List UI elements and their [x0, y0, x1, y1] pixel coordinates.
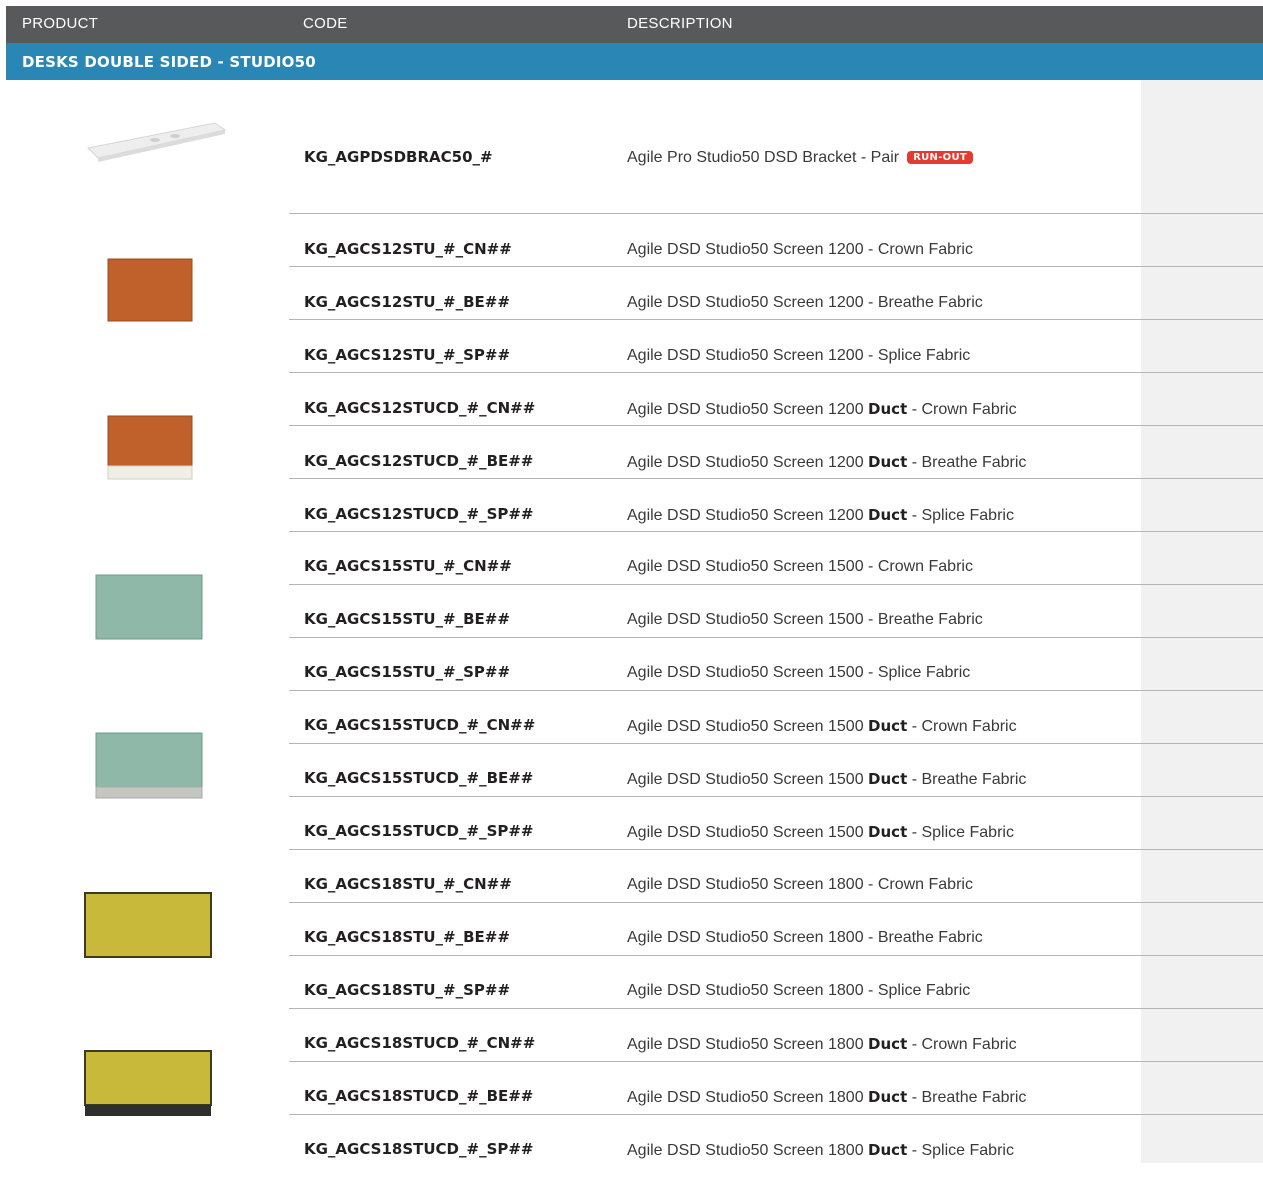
category-title: DESKS DOUBLE SIDED - STUDIO50 [22, 53, 316, 71]
row-divider [289, 796, 1263, 797]
row-divider [289, 902, 1263, 903]
table-row: KG_AGCS15STU_#_CN## Agile DSD Studio50 S… [289, 541, 1141, 594]
product-description: Agile DSD Studio50 Screen 1800 Duct - Cr… [627, 1035, 1017, 1053]
row-divider [289, 425, 1263, 426]
product-code: KG_AGCS18STUCD_#_BE## [304, 1087, 534, 1105]
product-description: Agile DSD Studio50 Screen 1500 - Breathe… [627, 611, 983, 628]
table-row: KG_AGCS12STUCD_#_SP## Agile DSD Studio50… [289, 489, 1141, 542]
side-panel [1141, 80, 1263, 1163]
table-row: KG_AGCS15STUCD_#_CN## Agile DSD Studio50… [289, 700, 1141, 753]
screen-1500-duct-image [95, 732, 203, 799]
product-description: Agile DSD Studio50 Screen 1800 Duct - Br… [627, 1088, 1027, 1106]
row-divider [289, 213, 1263, 214]
product-description: Agile DSD Studio50 Screen 1500 - Splice … [627, 664, 971, 681]
row-divider [289, 743, 1263, 744]
product-description: Agile Pro Studio50 DSD Bracket - Pair RUN… [627, 149, 974, 167]
product-description: Agile DSD Studio50 Screen 1200 - Breathe… [627, 294, 983, 311]
screen-1800-image [84, 892, 212, 958]
header-product: PRODUCT [22, 15, 99, 32]
product-code: KG_AGCS15STU_#_BE## [304, 610, 510, 628]
table-row: KG_AGCS15STU_#_SP## Agile DSD Studio50 S… [289, 647, 1141, 700]
table-row: KG_AGCS15STUCD_#_SP## Agile DSD Studio50… [289, 806, 1141, 859]
row-divider [289, 531, 1263, 532]
table-row: KG_AGCS12STU_#_BE## Agile DSD Studio50 S… [289, 277, 1141, 330]
product-description: Agile DSD Studio50 Screen 1200 Duct - Sp… [627, 506, 1014, 524]
table-row: KG_AGCS18STU_#_BE## Agile DSD Studio50 S… [289, 912, 1141, 965]
product-code: KG_AGCS12STU_#_CN## [304, 240, 512, 258]
row-divider [289, 955, 1263, 956]
table-row: KG_AGCS18STUCD_#_SP## Agile DSD Studio50… [289, 1124, 1141, 1177]
header-description: DESCRIPTION [627, 15, 733, 32]
table-row: KG_AGCS12STU_#_SP## Agile DSD Studio50 S… [289, 330, 1141, 383]
product-code: KG_AGCS15STUCD_#_SP## [304, 822, 534, 840]
row-divider [289, 1114, 1263, 1115]
bracket-image [86, 122, 227, 162]
product-description: Agile DSD Studio50 Screen 1800 - Splice … [627, 982, 971, 999]
product-description: Agile DSD Studio50 Screen 1200 - Splice … [627, 347, 971, 364]
row-divider [289, 1008, 1263, 1009]
product-code: KG_AGCS18STUCD_#_CN## [304, 1034, 536, 1052]
product-description: Agile DSD Studio50 Screen 1200 Duct - Cr… [627, 400, 1017, 418]
header-code: CODE [303, 15, 348, 32]
product-code: KG_AGCS18STU_#_BE## [304, 928, 510, 946]
row-divider [289, 1061, 1263, 1062]
screen-1200-duct-image [107, 415, 193, 480]
product-code: KG_AGCS15STUCD_#_BE## [304, 769, 534, 787]
product-code: KG_AGCS18STU_#_SP## [304, 981, 511, 999]
row-divider [289, 584, 1263, 585]
table-row: KG_AGCS18STUCD_#_CN## Agile DSD Studio50… [289, 1018, 1141, 1071]
product-description: Agile DSD Studio50 Screen 1200 Duct - Br… [627, 453, 1027, 471]
product-description: Agile DSD Studio50 Screen 1200 - Crown F… [627, 241, 973, 258]
table-row: KG_AGPDSDBRAC50_# Agile Pro Studio50 DSD… [289, 132, 1141, 185]
screen-1800-duct-image [84, 1050, 212, 1116]
product-code: KG_AGCS15STUCD_#_CN## [304, 716, 536, 734]
product-description: Agile DSD Studio50 Screen 1500 Duct - Br… [627, 770, 1027, 788]
product-description: Agile DSD Studio50 Screen 1500 - Crown F… [627, 558, 973, 575]
row-divider [289, 849, 1263, 850]
product-code: KG_AGCS12STUCD_#_BE## [304, 452, 534, 470]
screen-1200-image [107, 258, 193, 322]
table-row: KG_AGCS15STUCD_#_BE## Agile DSD Studio50… [289, 753, 1141, 806]
row-divider [289, 690, 1263, 691]
screen-1500-image [95, 574, 203, 640]
table-row: KG_AGCS18STU_#_CN## Agile DSD Studio50 S… [289, 859, 1141, 912]
table-row: KG_AGCS12STU_#_CN## Agile DSD Studio50 S… [289, 224, 1141, 277]
row-divider [289, 637, 1263, 638]
product-code: KG_AGCS18STUCD_#_SP## [304, 1140, 534, 1158]
run-out-badge: RUN-OUT [907, 151, 974, 164]
product-code: KG_AGCS12STU_#_BE## [304, 293, 510, 311]
product-code: KG_AGCS15STU_#_SP## [304, 663, 511, 681]
product-description: Agile DSD Studio50 Screen 1800 - Crown F… [627, 876, 973, 893]
table-row: KG_AGCS18STU_#_SP## Agile DSD Studio50 S… [289, 965, 1141, 1018]
row-divider [289, 266, 1263, 267]
product-description: Agile DSD Studio50 Screen 1500 Duct - Cr… [627, 717, 1017, 735]
product-description: Agile DSD Studio50 Screen 1500 Duct - Sp… [627, 823, 1014, 841]
table-row: KG_AGCS15STU_#_BE## Agile DSD Studio50 S… [289, 594, 1141, 647]
product-code: KG_AGPDSDBRAC50_# [304, 148, 493, 166]
row-divider [289, 372, 1263, 373]
row-divider [289, 478, 1263, 479]
product-description: Agile DSD Studio50 Screen 1800 - Breathe… [627, 929, 983, 946]
product-code: KG_AGCS18STU_#_CN## [304, 875, 512, 893]
table-header: PRODUCT CODE DESCRIPTION [6, 6, 1263, 43]
product-code: KG_AGCS15STU_#_CN## [304, 557, 512, 575]
category-row: DESKS DOUBLE SIDED - STUDIO50 [6, 43, 1263, 80]
product-code: KG_AGCS12STU_#_SP## [304, 346, 511, 364]
product-description: Agile DSD Studio50 Screen 1800 Duct - Sp… [627, 1141, 1014, 1159]
product-code: KG_AGCS12STUCD_#_CN## [304, 399, 536, 417]
table-row: KG_AGCS12STUCD_#_BE## Agile DSD Studio50… [289, 436, 1141, 489]
row-divider [289, 319, 1263, 320]
table-row: KG_AGCS12STUCD_#_CN## Agile DSD Studio50… [289, 383, 1141, 436]
product-code: KG_AGCS12STUCD_#_SP## [304, 505, 534, 523]
table-row: KG_AGCS18STUCD_#_BE## Agile DSD Studio50… [289, 1071, 1141, 1124]
